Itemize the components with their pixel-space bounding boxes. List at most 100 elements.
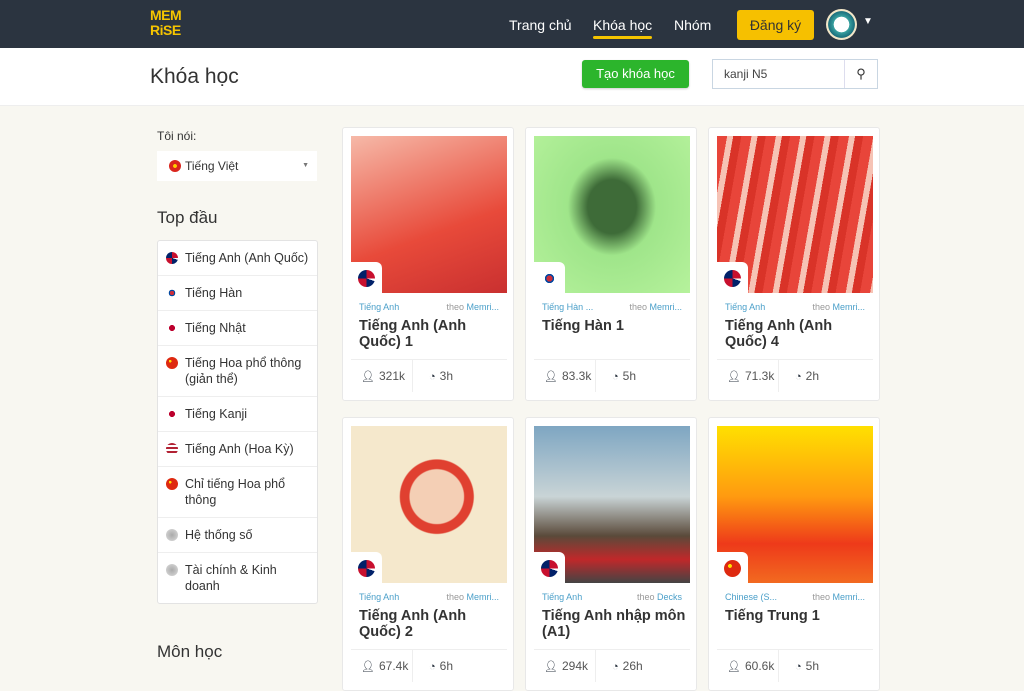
user-icon: 👤︎: [544, 371, 558, 383]
page-header: Khóa học Tạo khóa học ⚲: [0, 48, 1024, 106]
course-title[interactable]: Tiếng Hàn 1: [542, 318, 687, 334]
course-stats: 👤︎ 83.3k ◔ 5h: [534, 359, 690, 392]
sidebar-item-label: Tiếng Anh (Anh Quốc): [185, 251, 309, 265]
course-flag: [351, 552, 382, 583]
course-card[interactable]: Tiếng Hàn ... theo Memri... Tiếng Hàn 1 👤…: [525, 127, 697, 401]
course-title[interactable]: Tiếng Anh (Anh Quốc) 2: [359, 608, 504, 640]
course-duration: 6h: [439, 659, 454, 673]
course-card[interactable]: Tiếng Anh theo Decks Tiếng Anh nhập môn (…: [525, 417, 697, 691]
create-course-button[interactable]: Tạo khóa học: [582, 60, 689, 88]
course-category[interactable]: Chinese (S...: [725, 592, 777, 602]
by-label: theo: [446, 302, 464, 312]
flag-gb-icon: [358, 270, 375, 287]
course-category[interactable]: Tiếng Anh: [359, 302, 399, 312]
sidebar-item[interactable]: Tiếng Hoa phổ thông (giản thể): [158, 346, 317, 397]
course-category[interactable]: Tiếng Anh: [725, 302, 765, 312]
course-duration: 2h: [805, 369, 820, 383]
course-category[interactable]: Tiếng Anh: [359, 592, 399, 602]
course-stats: 👤︎ 60.6k ◔ 5h: [717, 649, 873, 682]
sidebar-item[interactable]: Chỉ tiếng Hoa phổ thông: [158, 467, 317, 518]
user-icon: 👤︎: [361, 661, 375, 673]
flag-gb-icon: [724, 270, 741, 287]
clock-icon: ◔: [795, 661, 802, 673]
flag-jp-icon: [166, 322, 178, 334]
nav-home[interactable]: Trang chủ: [509, 17, 572, 33]
sidebar-item-label: Tiếng Hàn: [185, 286, 243, 300]
clock-icon: ◔: [612, 661, 619, 673]
nav-courses[interactable]: Khóa học: [593, 17, 653, 39]
course-author[interactable]: Memri...: [650, 302, 683, 312]
user-icon: 👤︎: [544, 661, 558, 673]
course-card[interactable]: Chinese (S... theo Memri... Tiếng Trung 1…: [708, 417, 880, 691]
clock-icon: ◔: [429, 661, 436, 673]
sidebar-item[interactable]: Tiếng Nhật: [158, 311, 317, 346]
sidebar-item[interactable]: Hệ thống số: [158, 518, 317, 553]
course-duration: 5h: [622, 369, 637, 383]
by-label: theo: [629, 302, 647, 312]
by-label: theo: [446, 592, 464, 602]
sidebar-item[interactable]: Tiếng Anh (Anh Quốc): [158, 241, 317, 276]
course-card[interactable]: Tiếng Anh theo Memri... Tiếng Anh (Anh Qu…: [342, 417, 514, 691]
course-flag: [351, 262, 382, 293]
flag-kr-icon: [166, 287, 178, 299]
course-title[interactable]: Tiếng Anh (Anh Quốc) 4: [725, 318, 870, 350]
caret-down-icon: ▼: [302, 162, 309, 169]
user-icon: 👤︎: [727, 661, 741, 673]
sidebar-item[interactable]: Tài chính & Kinh doanh: [158, 553, 317, 603]
course-duration: 5h: [805, 659, 820, 673]
course-flag: [717, 552, 748, 583]
by-label: theo: [812, 302, 830, 312]
flag-cn-icon: [166, 357, 178, 369]
memrise-logo[interactable]: MEM RiSE: [150, 8, 182, 38]
course-author[interactable]: Memri...: [833, 592, 866, 602]
course-author[interactable]: Decks: [657, 592, 682, 602]
learner-count: 83.3k: [561, 369, 592, 383]
avatar[interactable]: [826, 9, 857, 40]
language-select[interactable]: Tiếng Việt ▼: [157, 151, 317, 181]
flag-gb-icon: [358, 560, 375, 577]
course-category[interactable]: Tiếng Hàn ...: [542, 302, 593, 312]
course-card[interactable]: Tiếng Anh theo Memri... Tiếng Anh (Anh Qu…: [708, 127, 880, 401]
course-title[interactable]: Tiếng Anh nhập môn (A1): [542, 608, 687, 640]
sidebar-item[interactable]: Tiếng Kanji: [158, 397, 317, 432]
search-box: ⚲: [712, 59, 878, 89]
learner-count: 71.3k: [744, 369, 775, 383]
course-card[interactable]: Tiếng Anh theo Memri... Tiếng Anh (Anh Qu…: [342, 127, 514, 401]
course-author[interactable]: Memri...: [467, 592, 500, 602]
page-title: Khóa học: [150, 65, 239, 88]
sidebar-item-label: Chỉ tiếng Hoa phổ thông: [185, 477, 286, 507]
course-author[interactable]: Memri...: [833, 302, 866, 312]
flag-cn-icon: [724, 560, 741, 577]
learner-count: 321k: [378, 369, 405, 383]
sidebar-item-label: Tiếng Anh (Hoa Kỳ): [185, 442, 294, 456]
by-label: theo: [636, 592, 655, 602]
learner-count: 60.6k: [744, 659, 775, 673]
clock-icon: ◔: [795, 371, 802, 383]
learner-count: 294k: [561, 659, 588, 673]
course-stats: 👤︎ 294k ◔ 26h: [534, 649, 690, 682]
flag-gr-icon: [166, 529, 178, 541]
by-label: theo: [812, 592, 830, 602]
sidebar-item-label: Tiếng Kanji: [185, 407, 248, 421]
signup-button[interactable]: Đăng ký: [737, 10, 814, 40]
course-title[interactable]: Tiếng Trung 1: [725, 608, 870, 624]
flag-gb-icon: [166, 252, 178, 264]
course-duration: 26h: [622, 659, 643, 673]
course-category[interactable]: Tiếng Anh: [542, 592, 582, 602]
subjects-title: Môn học: [157, 642, 223, 661]
course-title[interactable]: Tiếng Anh (Anh Quốc) 1: [359, 318, 504, 350]
caret-down-icon[interactable]: ▼: [863, 16, 873, 27]
sidebar-item-label: Hệ thống số: [185, 528, 253, 542]
flag-kr-icon: [541, 270, 558, 287]
sidebar-item-label: Tài chính & Kinh doanh: [185, 563, 277, 593]
search-button[interactable]: ⚲: [844, 60, 877, 88]
nav-groups[interactable]: Nhóm: [674, 17, 711, 33]
course-author[interactable]: Memri...: [467, 302, 500, 312]
language-value: Tiếng Việt: [185, 159, 239, 173]
sidebar-item-label: Tiếng Nhật: [185, 321, 246, 335]
flag-vn-icon: [169, 160, 181, 172]
search-icon: ⚲: [856, 66, 866, 81]
search-input[interactable]: [713, 60, 845, 88]
sidebar-item[interactable]: Tiếng Anh (Hoa Kỳ): [158, 432, 317, 467]
sidebar-item[interactable]: Tiếng Hàn: [158, 276, 317, 311]
